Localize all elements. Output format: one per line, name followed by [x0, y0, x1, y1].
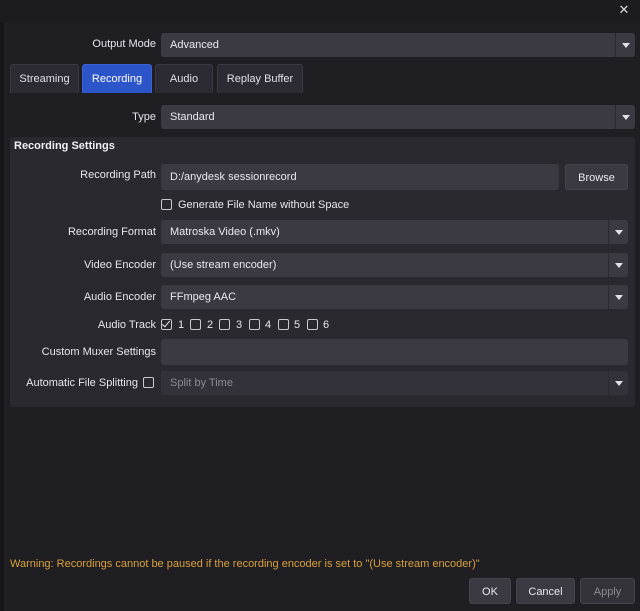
tab-audio[interactable]: Audio: [155, 64, 213, 93]
no-space-label: Generate File Name without Space: [178, 199, 350, 211]
no-space-checkbox[interactable]: [161, 199, 172, 210]
audio-encoder-label: Audio Encoder: [83, 291, 156, 303]
audio-track-5-label: 5: [294, 319, 301, 331]
chevron-down-icon: [608, 285, 628, 309]
recording-path-label: Recording Path: [80, 169, 156, 181]
type-value: Standard: [170, 111, 215, 123]
file-splitting-select[interactable]: Split by Time: [161, 371, 628, 395]
tab-replay-buffer[interactable]: Replay Buffer: [217, 64, 303, 93]
audio-track-label: Audio Track: [97, 319, 156, 331]
warning-text: Warning: Recordings cannot be paused if …: [10, 558, 480, 570]
type-select[interactable]: Standard: [161, 105, 635, 129]
file-splitting-value: Split by Time: [170, 377, 233, 389]
video-encoder-select[interactable]: (Use stream encoder): [161, 253, 628, 277]
audio-track-2-label: 2: [207, 319, 214, 331]
audio-track-1-checkbox[interactable]: [161, 318, 172, 330]
audio-encoder-select[interactable]: FFmpeg AAC: [161, 285, 628, 309]
type-label: Type: [132, 111, 156, 123]
recording-format-select[interactable]: Matroska Video (.mkv): [161, 220, 628, 244]
audio-track-6-label: 6: [323, 319, 330, 331]
window-edge: [0, 22, 4, 611]
chevron-down-icon: [615, 33, 635, 57]
cancel-button[interactable]: Cancel: [516, 578, 575, 604]
chevron-down-icon: [608, 371, 628, 395]
audio-track-2-checkbox[interactable]: [190, 319, 201, 330]
checkmark-icon: [161, 318, 171, 328]
audio-track-3-checkbox[interactable]: [219, 319, 230, 330]
chevron-down-icon: [608, 220, 628, 244]
output-mode-label: Output Mode: [92, 38, 156, 50]
custom-muxer-field[interactable]: [161, 339, 628, 365]
recording-settings-title: Recording Settings: [14, 140, 115, 152]
audio-track-5-checkbox[interactable]: [278, 319, 289, 330]
video-encoder-value: (Use stream encoder): [170, 259, 277, 271]
file-splitting-checkbox[interactable]: [143, 377, 154, 388]
recording-format-value: Matroska Video (.mkv): [170, 226, 280, 238]
audio-track-4-label: 4: [265, 319, 272, 331]
audio-track-4-checkbox[interactable]: [249, 319, 260, 330]
title-bar: ✕: [0, 0, 640, 22]
apply-button[interactable]: Apply: [580, 578, 635, 604]
tab-recording[interactable]: Recording: [82, 64, 152, 93]
audio-track-1-label: 1: [178, 319, 185, 331]
recording-path-field[interactable]: D:/anydesk sessionrecord: [161, 164, 559, 190]
file-splitting-label: Automatic File Splitting: [26, 377, 138, 389]
audio-track-6-checkbox[interactable]: [307, 319, 318, 330]
chevron-down-icon: [608, 253, 628, 277]
audio-track-3-label: 3: [236, 319, 243, 331]
chevron-down-icon: [615, 105, 635, 129]
custom-muxer-label: Custom Muxer Settings: [41, 346, 156, 358]
browse-button[interactable]: Browse: [565, 164, 628, 190]
close-icon[interactable]: ✕: [617, 3, 631, 17]
output-mode-value: Advanced: [170, 39, 219, 51]
video-encoder-label: Video Encoder: [84, 259, 156, 271]
tab-streaming[interactable]: Streaming: [10, 64, 79, 93]
output-mode-select[interactable]: Advanced: [161, 33, 635, 57]
audio-encoder-value: FFmpeg AAC: [170, 291, 237, 303]
ok-button[interactable]: OK: [469, 578, 511, 604]
recording-format-label: Recording Format: [67, 226, 156, 238]
